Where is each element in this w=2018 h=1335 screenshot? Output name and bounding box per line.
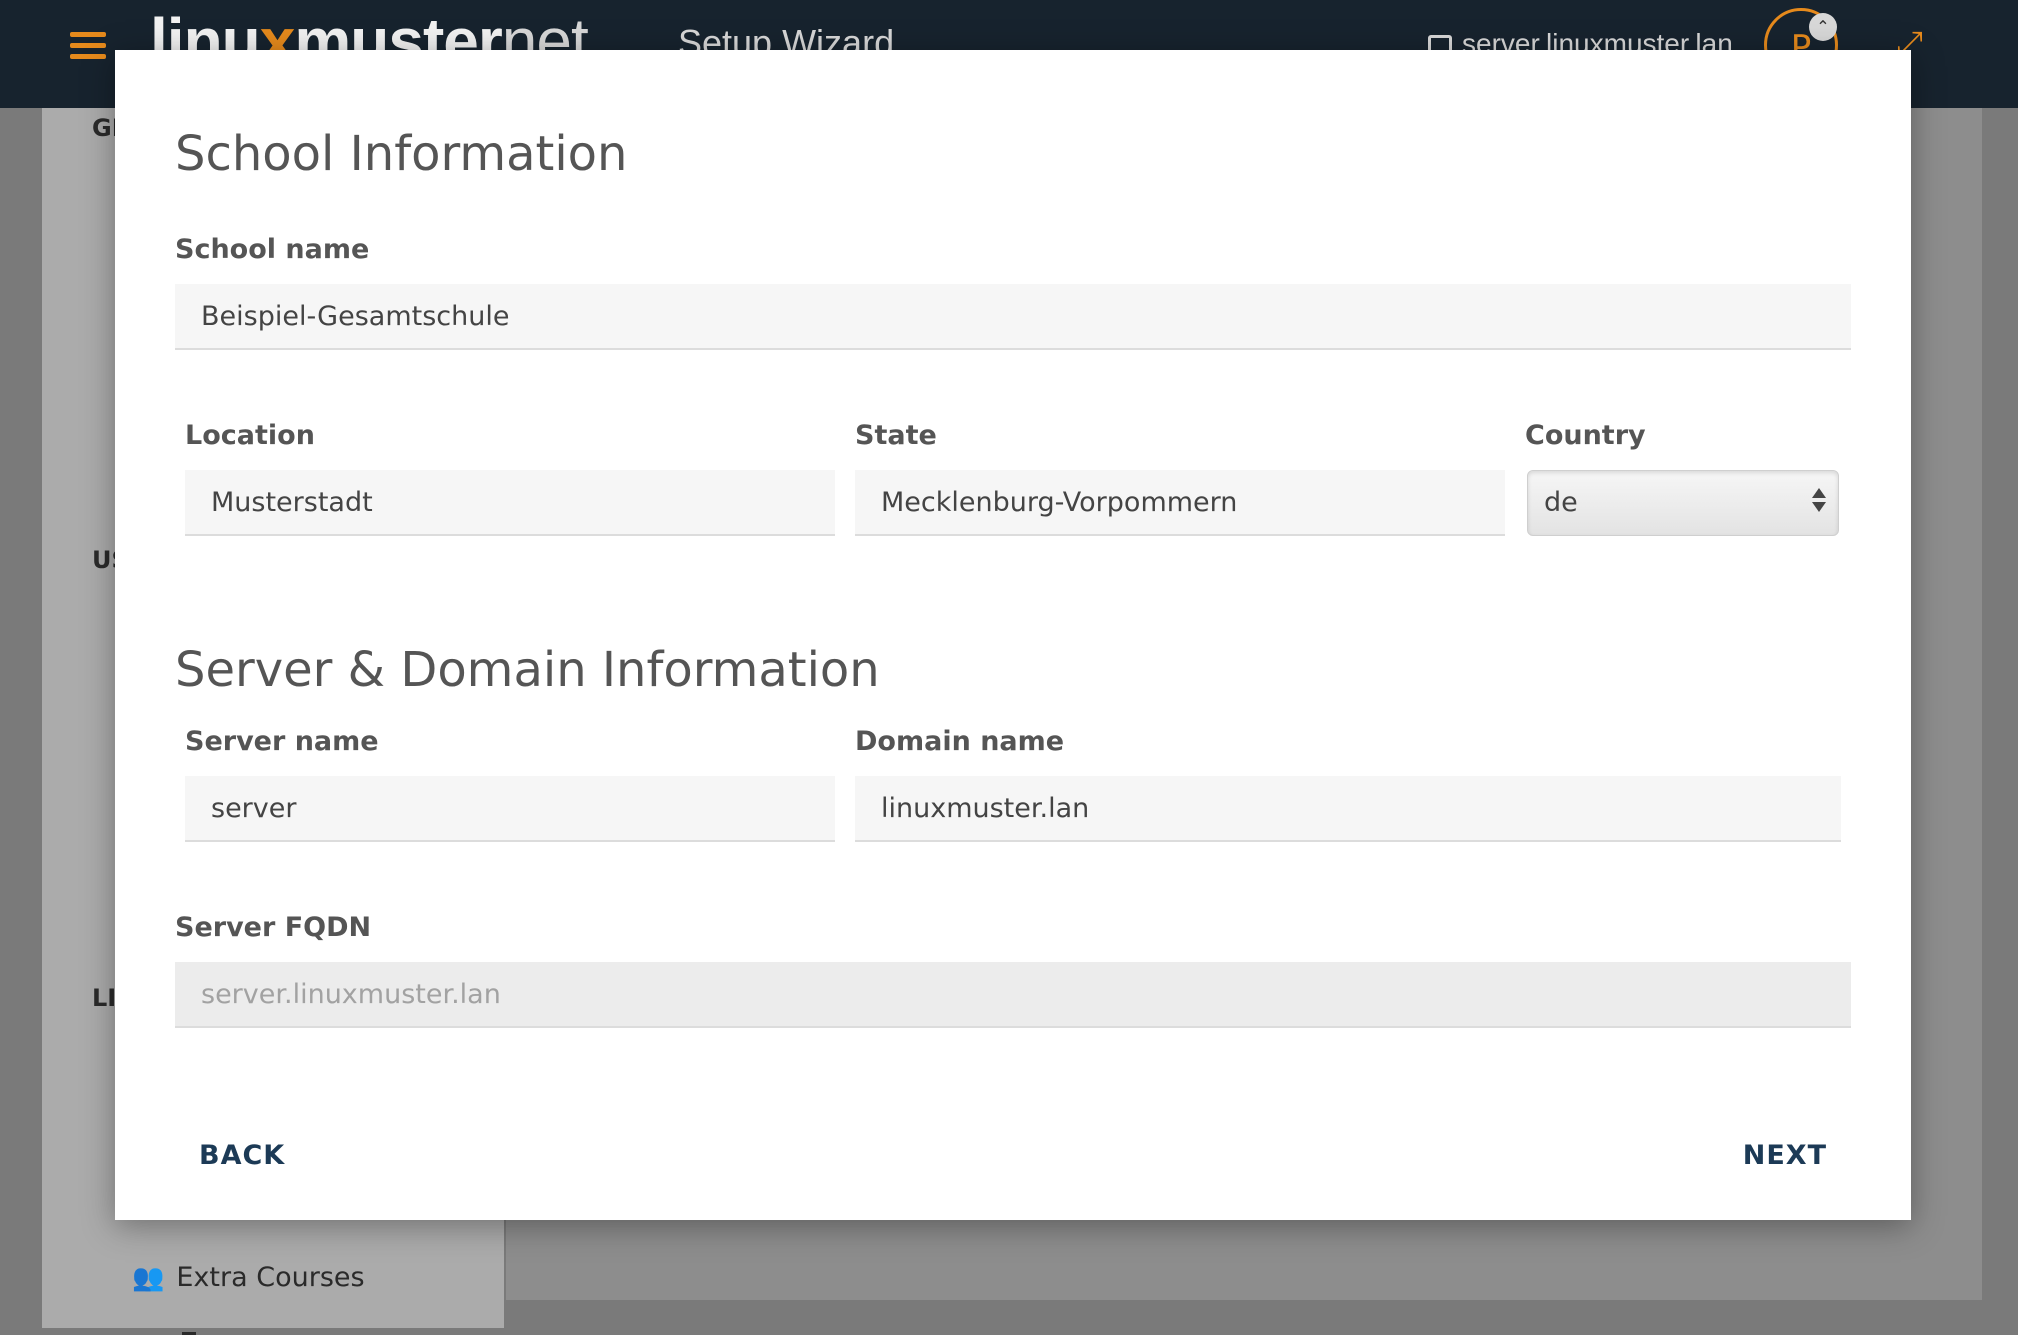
server-fqdn-input xyxy=(175,962,1851,1028)
state-input[interactable] xyxy=(855,470,1505,536)
school-information-title: School Information xyxy=(175,126,628,182)
school-name-input[interactable] xyxy=(175,284,1851,350)
server-domain-information-title: Server & Domain Information xyxy=(175,642,880,698)
country-select[interactable]: de xyxy=(1527,470,1839,536)
setup-wizard-modal: School Information School name Location … xyxy=(115,50,1911,1220)
country-select-value: de xyxy=(1544,487,1578,518)
server-fqdn-label: Server FQDN xyxy=(175,912,372,943)
country-label: Country xyxy=(1525,420,1646,451)
location-label: Location xyxy=(185,420,315,451)
sidebar-item-icon xyxy=(182,1318,196,1335)
select-arrows-icon xyxy=(1812,488,1826,516)
server-name-label: Server name xyxy=(185,726,379,757)
users-icon: 👥 xyxy=(132,1263,165,1293)
sidebar-item-label: Extra Courses xyxy=(176,1262,365,1293)
sidebar-item-extra-courses[interactable]: 👥 Extra Courses xyxy=(132,1262,365,1293)
domain-name-label: Domain name xyxy=(855,726,1065,757)
location-input[interactable] xyxy=(185,470,835,536)
server-name-input[interactable] xyxy=(185,776,835,842)
sidebar-section-heading: LI xyxy=(92,984,117,1012)
state-label: State xyxy=(855,420,937,451)
hamburger-menu-icon[interactable] xyxy=(70,26,106,62)
back-button[interactable]: BACK xyxy=(199,1140,285,1171)
next-button[interactable]: NEXT xyxy=(1743,1140,1827,1171)
chevron-up-icon[interactable]: ⌃ xyxy=(1809,13,1837,41)
domain-name-input[interactable] xyxy=(855,776,1841,842)
school-name-label: School name xyxy=(175,234,370,265)
